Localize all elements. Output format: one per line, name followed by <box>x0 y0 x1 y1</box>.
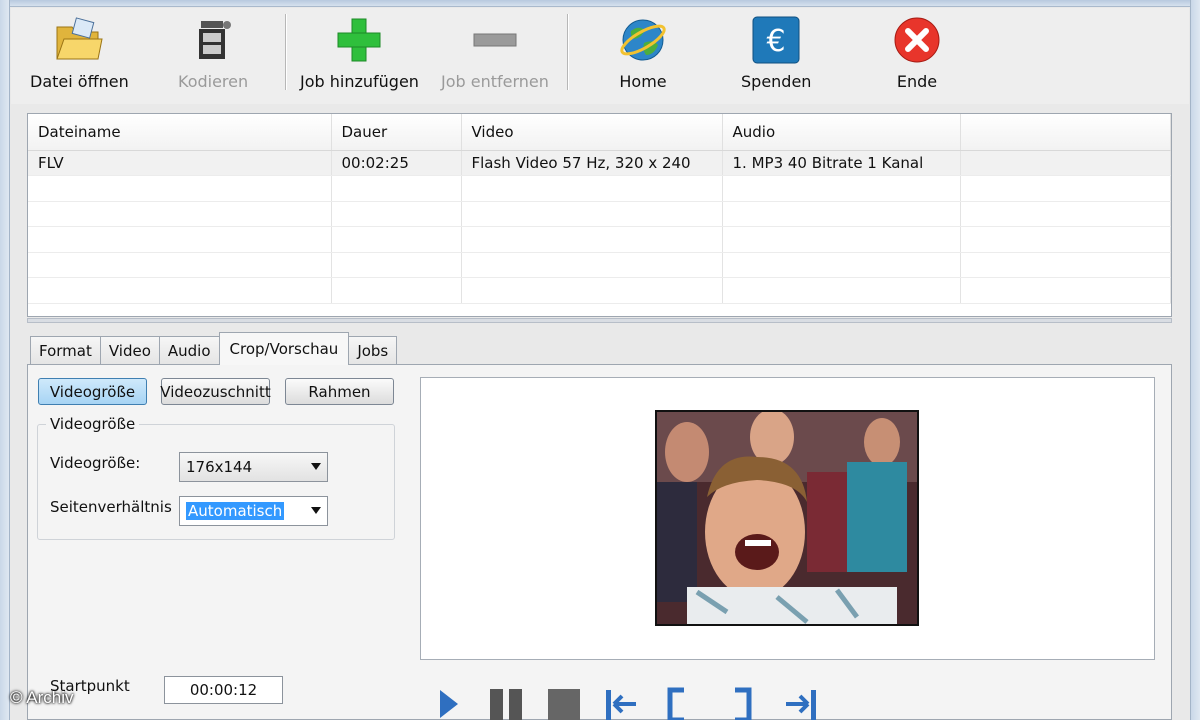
svg-text:€: € <box>767 24 786 59</box>
pause-icon <box>490 689 522 720</box>
start-point-input[interactable]: 00:00:12 <box>164 676 283 704</box>
video-size-label: Videogröße: <box>50 454 141 472</box>
aspect-ratio-label: Seitenverhältnis <box>50 498 172 516</box>
toolbar-separator <box>567 14 569 90</box>
film-encode-icon <box>187 14 239 66</box>
close-icon <box>891 14 943 66</box>
add-job-button[interactable]: Job hinzufügen <box>300 14 419 100</box>
tab-video[interactable]: Video <box>99 336 160 365</box>
tab-jobs[interactable]: Jobs <box>348 336 398 365</box>
remove-job-label: Job entfernen <box>441 72 549 91</box>
toolbar-separator <box>285 14 287 90</box>
pause-button[interactable] <box>487 686 527 720</box>
column-header-empty <box>960 114 1171 151</box>
chevron-down-icon <box>311 507 321 514</box>
open-file-button[interactable]: Datei öffnen <box>30 14 129 100</box>
jump-to-start-button[interactable] <box>602 686 642 720</box>
exit-button[interactable]: Ende <box>891 14 943 100</box>
cell-audio: 1. MP3 40 Bitrate 1 Kanal <box>722 150 961 176</box>
encode-label: Kodieren <box>178 72 249 91</box>
play-icon <box>440 690 458 718</box>
window-right-border <box>1190 0 1200 720</box>
set-mark-in-button[interactable] <box>660 686 700 720</box>
window-left-border <box>0 0 10 720</box>
home-button[interactable]: Home <box>617 14 669 100</box>
table-row[interactable]: FLV 00:02:25 Flash Video 57 Hz, 320 x 24… <box>28 150 1171 176</box>
play-button[interactable] <box>432 686 472 720</box>
remove-job-button[interactable]: Job entfernen <box>441 14 549 100</box>
cell-filename: FLV <box>28 150 332 176</box>
aspect-ratio-value: Automatisch <box>186 502 285 520</box>
table-row-empty <box>28 277 1171 304</box>
frame-button[interactable]: Rahmen <box>285 378 394 405</box>
donate-button[interactable]: € Spenden <box>741 14 811 100</box>
jump-to-end-button[interactable] <box>782 686 822 720</box>
video-size-value: 176x144 <box>186 458 253 476</box>
encode-button[interactable]: Kodieren <box>178 14 248 100</box>
horizontal-scrollbar[interactable] <box>27 318 1172 323</box>
column-header-audio[interactable]: Audio <box>722 114 961 151</box>
table-row-empty <box>28 252 1171 278</box>
tab-format[interactable]: Format <box>30 336 101 365</box>
video-size-select[interactable]: 176x144 <box>179 452 328 482</box>
mark-in-bracket-icon <box>667 687 684 720</box>
home-label: Home <box>619 72 667 91</box>
cell-video: Flash Video 57 Hz, 320 x 240 <box>461 150 723 176</box>
mark-out-bracket-icon <box>735 687 752 720</box>
video-preview-frame <box>655 410 919 626</box>
add-job-label: Job hinzufügen <box>300 72 419 91</box>
group-title: Videogröße <box>46 415 140 433</box>
jump-start-icon <box>606 690 636 720</box>
stop-icon <box>548 689 580 720</box>
video-crop-button[interactable]: Videozuschnitt <box>160 378 271 405</box>
table-row-empty <box>28 175 1171 202</box>
column-header-video[interactable]: Video <box>461 114 723 151</box>
open-file-label: Datei öffnen <box>30 72 129 91</box>
cell-duration: 00:02:25 <box>331 150 462 176</box>
job-file-list[interactable]: Dateiname Dauer Video Audio FLV 00:02:25… <box>27 113 1172 317</box>
jump-end-icon <box>786 690 816 720</box>
donate-label: Spenden <box>741 72 812 91</box>
copyright-watermark: © Archiv <box>10 688 74 707</box>
folder-icon <box>53 14 105 66</box>
tab-audio[interactable]: Audio <box>158 336 220 365</box>
minus-icon <box>469 14 521 66</box>
set-mark-out-button[interactable] <box>725 686 765 720</box>
exit-label: Ende <box>896 72 938 91</box>
aspect-ratio-select[interactable]: Automatisch <box>179 496 328 526</box>
plus-icon <box>333 14 385 66</box>
column-header-duration[interactable]: Dauer <box>331 114 462 151</box>
cell-empty <box>960 150 1171 176</box>
stop-button[interactable] <box>545 686 585 720</box>
settings-tabs: Format Video Audio Crop/Vorschau Jobs <box>30 332 398 365</box>
globe-icon <box>617 14 669 66</box>
table-header-row: Dateiname Dauer Video Audio <box>28 114 1171 151</box>
tab-crop-preview[interactable]: Crop/Vorschau <box>218 332 350 365</box>
euro-icon: € <box>750 14 802 66</box>
video-size-button[interactable]: Videogröße <box>38 378 147 405</box>
table-row-empty <box>28 201 1171 227</box>
table-row-empty <box>28 226 1171 253</box>
column-header-filename[interactable]: Dateiname <box>28 114 332 151</box>
toolbar: Datei öffnen Kodieren Job hinzufügen Job… <box>11 8 1189 104</box>
window-title-bar <box>0 0 1200 7</box>
chevron-down-icon <box>311 463 321 470</box>
